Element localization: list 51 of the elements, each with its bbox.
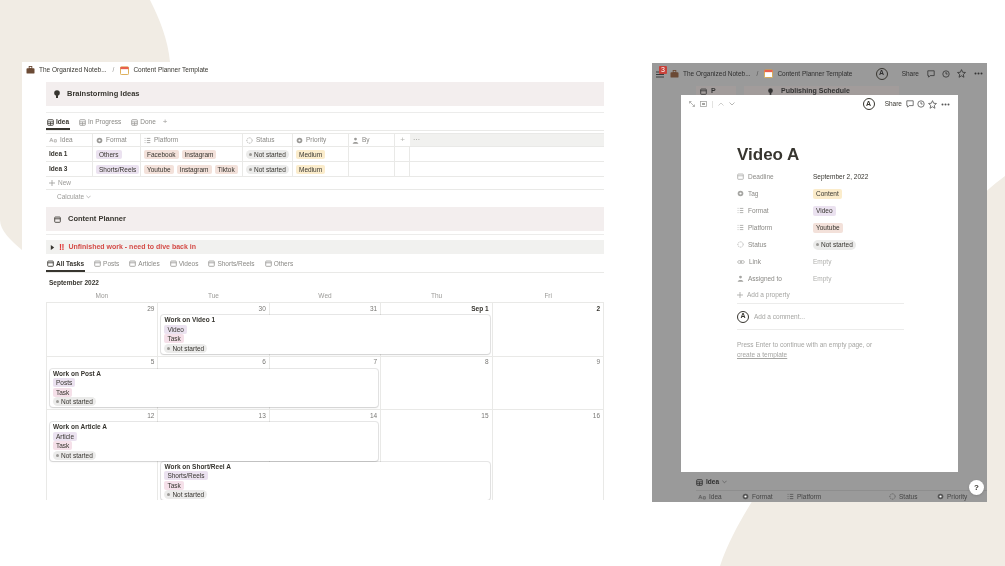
list-icon xyxy=(144,136,151,144)
expand-icon[interactable] xyxy=(689,101,695,107)
table-icon xyxy=(47,118,54,126)
more-icon[interactable] xyxy=(974,72,983,75)
bulb-icon xyxy=(768,87,773,95)
calendar-icon xyxy=(54,215,61,223)
add-view-button[interactable]: + xyxy=(162,116,168,130)
chevron-down-icon[interactable] xyxy=(729,102,735,106)
link-icon xyxy=(737,258,745,265)
comment-icon[interactable] xyxy=(927,69,935,78)
comment-icon[interactable] xyxy=(906,100,914,108)
chevron-down-icon xyxy=(86,194,92,199)
calendar-icon xyxy=(47,260,54,267)
status-icon xyxy=(737,241,744,248)
caret-right-icon[interactable] xyxy=(50,244,55,250)
list-icon xyxy=(737,207,744,214)
calendar-icon xyxy=(169,260,177,267)
add-column-button[interactable]: + xyxy=(395,134,410,146)
person-icon xyxy=(352,136,359,144)
status-icon xyxy=(889,493,896,500)
calendar-icon xyxy=(94,260,102,267)
person-icon xyxy=(737,275,744,282)
plus-icon xyxy=(49,180,55,186)
help-button[interactable]: ? xyxy=(969,480,984,495)
text-icon xyxy=(49,137,57,143)
warning-mark: ‼ xyxy=(59,242,65,252)
panel-icon[interactable] xyxy=(700,101,707,107)
page-title: Video A xyxy=(737,145,801,165)
clock-icon[interactable] xyxy=(942,69,950,78)
more-icon[interactable] xyxy=(941,102,950,106)
bulb-icon xyxy=(54,90,60,98)
calendar-icon xyxy=(764,69,774,78)
status-icon xyxy=(246,136,253,144)
calendar-icon xyxy=(737,173,744,180)
calendar-icon xyxy=(129,260,137,267)
text-icon xyxy=(698,493,706,500)
plus-icon xyxy=(737,291,743,298)
calendar-icon xyxy=(700,87,707,95)
table-icon xyxy=(131,118,139,126)
briefcase-icon xyxy=(670,69,679,78)
list-icon xyxy=(737,224,744,231)
calendar-icon xyxy=(208,260,216,267)
calendar-icon xyxy=(120,65,130,75)
calendar-icon xyxy=(264,260,272,267)
clock-icon[interactable] xyxy=(917,100,925,108)
star-icon[interactable] xyxy=(957,69,966,78)
briefcase-icon xyxy=(26,66,35,74)
star-icon[interactable] xyxy=(928,99,937,109)
table-icon xyxy=(79,118,86,126)
list-icon xyxy=(787,493,794,500)
table-icon xyxy=(696,478,703,486)
